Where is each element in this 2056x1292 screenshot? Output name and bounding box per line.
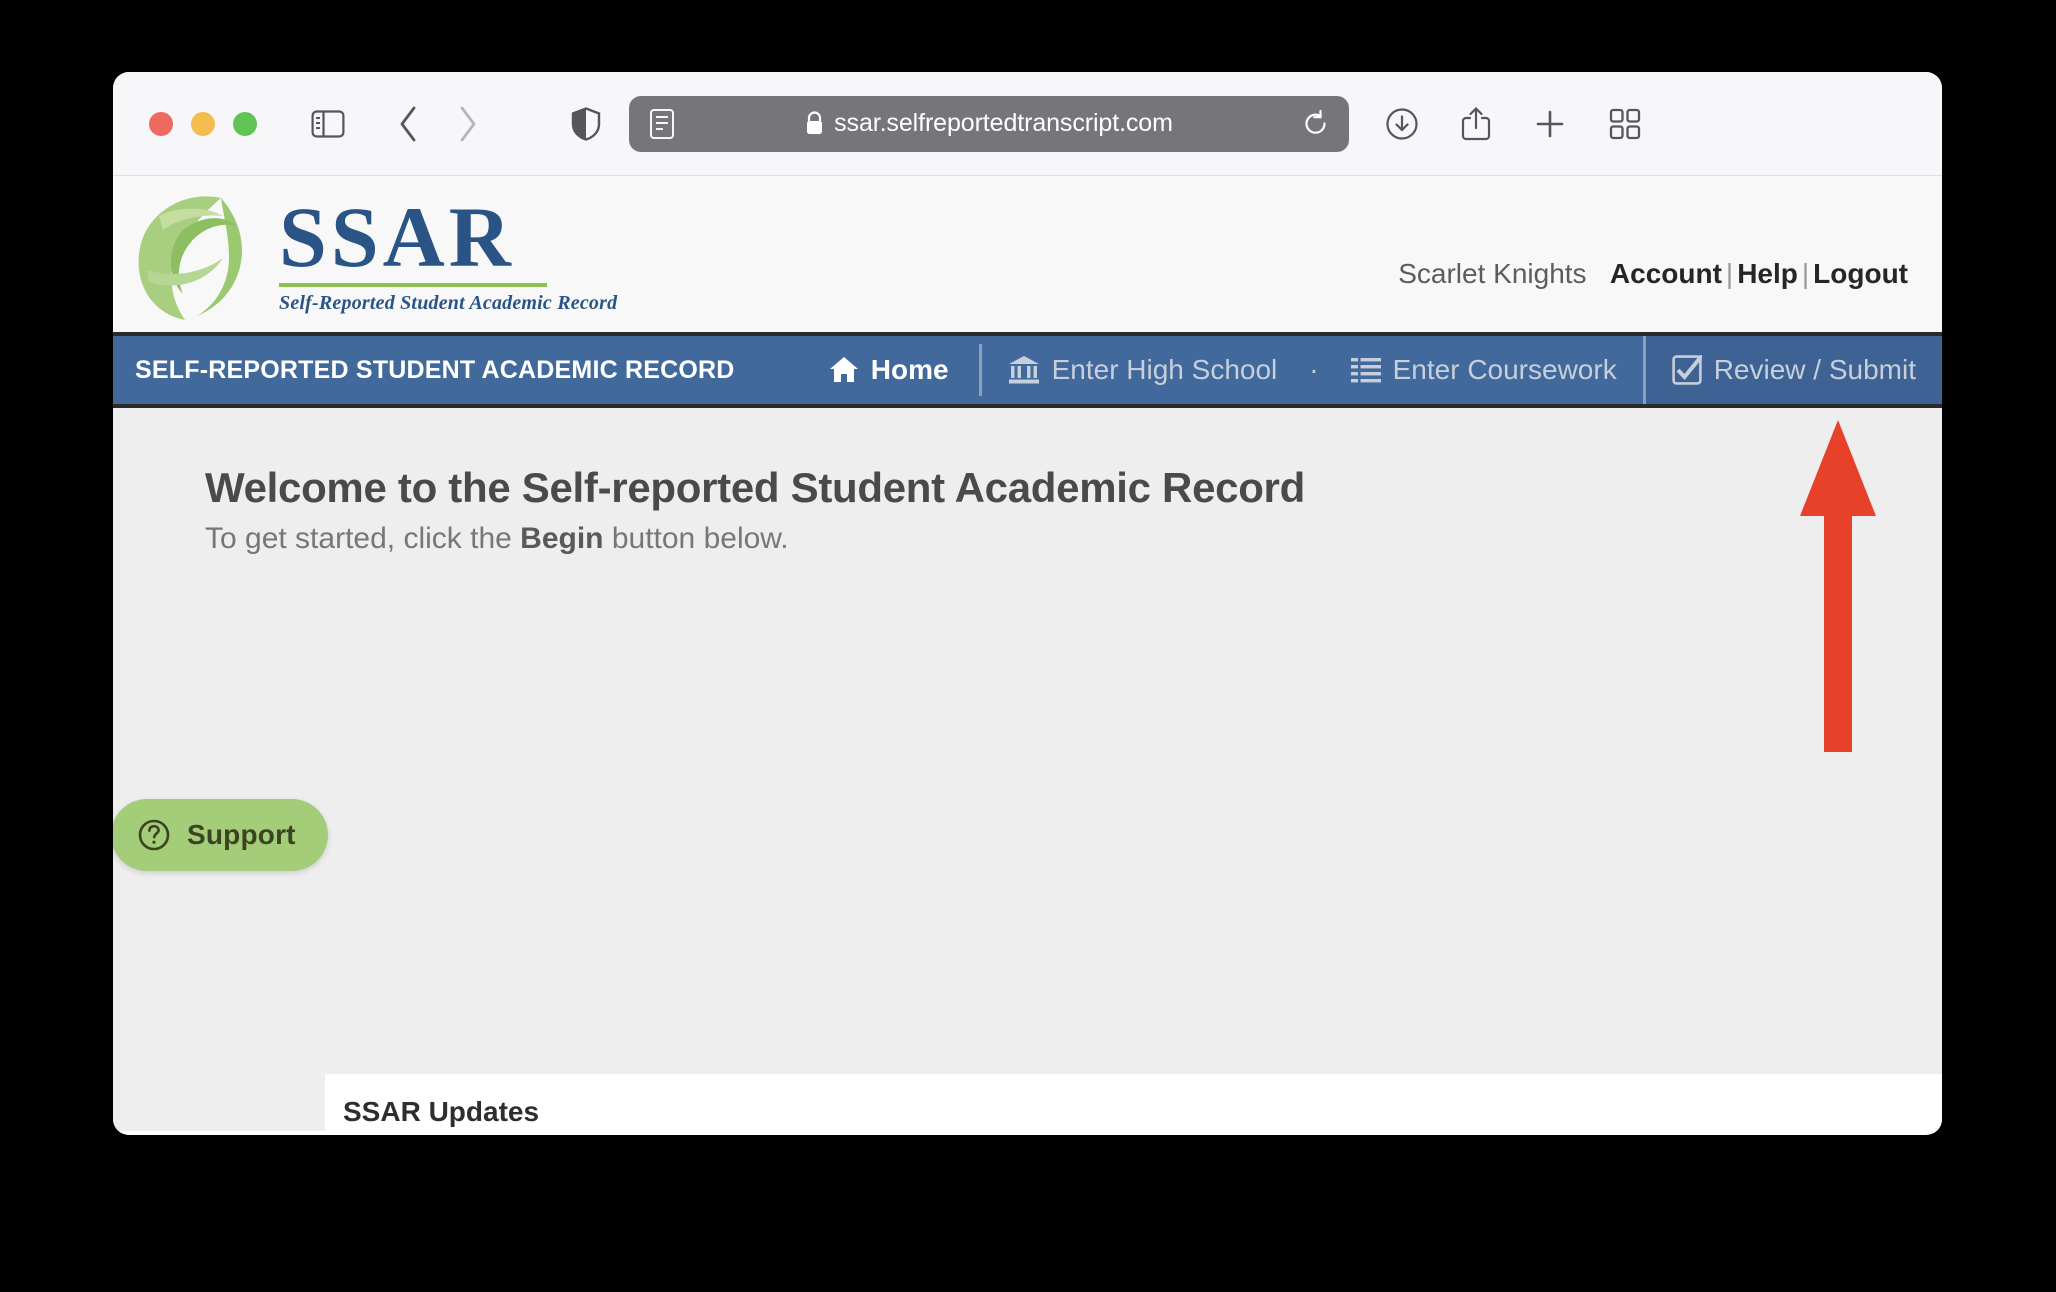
privacy-shield-icon[interactable] <box>571 106 601 141</box>
ssar-logo[interactable]: SSAR Self-Reported Student Academic Reco… <box>125 182 617 322</box>
logout-link[interactable]: Logout <box>1813 258 1908 289</box>
user-name: Scarlet Knights <box>1398 258 1587 289</box>
toolbar-right-icons <box>1385 106 1641 142</box>
nav-item-review-submit[interactable]: Review / Submit <box>1642 336 1942 404</box>
plus-icon[interactable] <box>1533 107 1567 141</box>
subtitle-part-2: button below. <box>603 522 789 555</box>
forward-chevron-icon[interactable] <box>455 105 479 143</box>
minimize-window-button[interactable] <box>191 111 215 136</box>
tab-overview-icon[interactable] <box>1609 108 1641 140</box>
nav-brand-title: SELF-REPORTED STUDENT ACADEMIC RECORD <box>135 355 735 384</box>
site-header: SSAR Self-Reported Student Academic Reco… <box>113 176 1942 332</box>
nav-item-enter-high-school[interactable]: Enter High School <box>982 336 1304 404</box>
nav-item-enter-coursework-label: Enter Coursework <box>1392 354 1617 385</box>
link-separator-1: | <box>1725 258 1734 289</box>
lock-icon <box>805 111 824 136</box>
subtitle-part-1: To get started, click the <box>205 522 521 555</box>
list-icon <box>1350 357 1381 383</box>
sidebar-icon[interactable] <box>311 109 345 139</box>
updates-panel-title: SSAR Updates <box>343 1096 540 1127</box>
updates-panel-header: SSAR Updates <box>325 1074 1942 1131</box>
share-icon[interactable] <box>1461 106 1491 142</box>
browser-window: ssar.selfreportedtranscript.com SSAR Sel… <box>113 72 1942 1135</box>
main-navigation: SELF-REPORTED STUDENT ACADEMIC RECORD Ho… <box>113 332 1942 408</box>
help-link[interactable]: Help <box>1737 258 1798 289</box>
reload-icon[interactable] <box>1303 109 1329 138</box>
window-controls <box>149 111 257 136</box>
url-text: ssar.selfreportedtranscript.com <box>834 109 1173 137</box>
subtitle-begin-emphasis: Begin <box>520 522 604 555</box>
question-circle-icon <box>137 818 171 852</box>
ssar-updates-panel: SSAR Updates Listed here are the most re… <box>325 1074 1942 1131</box>
address-bar-content: ssar.selfreportedtranscript.com <box>675 109 1303 138</box>
logo-wordmark: SSAR <box>279 189 515 286</box>
page-content: Welcome to the Self-reported Student Aca… <box>113 408 1942 1131</box>
nav-item-home-label: Home <box>870 354 949 385</box>
back-chevron-icon[interactable] <box>397 105 421 143</box>
address-bar[interactable]: ssar.selfreportedtranscript.com <box>629 95 1349 152</box>
reader-view-icon[interactable] <box>649 108 675 140</box>
download-icon[interactable] <box>1385 107 1419 141</box>
browser-toolbar: ssar.selfreportedtranscript.com <box>113 72 1942 176</box>
nav-item-home[interactable]: Home <box>803 336 979 404</box>
link-separator-2: | <box>1801 258 1810 289</box>
globe-leaf-icon <box>138 196 243 320</box>
close-window-button[interactable] <box>149 111 173 136</box>
page-title: Welcome to the Self-reported Student Aca… <box>205 464 1305 511</box>
support-label: Support <box>187 819 296 850</box>
bank-icon <box>1008 355 1040 385</box>
checkbox-checked-icon <box>1672 355 1702 385</box>
nav-item-enter-coursework[interactable]: Enter Coursework <box>1325 336 1643 404</box>
maximize-window-button[interactable] <box>233 111 257 136</box>
account-link[interactable]: Account <box>1610 258 1722 289</box>
nav-item-enter-high-school-label: Enter High School <box>1051 354 1278 385</box>
logo-divider <box>279 282 547 287</box>
nav-item-review-submit-label: Review / Submit <box>1713 354 1916 385</box>
header-user-links: Scarlet Knights Account | Help | Logout <box>1398 258 1908 290</box>
welcome-block: Welcome to the Self-reported Student Aca… <box>113 408 1942 556</box>
logo-text: SSAR Self-Reported Student Academic Reco… <box>279 189 617 315</box>
support-button[interactable]: Support <box>113 799 328 871</box>
nav-dot-separator: · <box>1309 354 1319 385</box>
page-subtitle: To get started, click the Begin button b… <box>205 522 1942 556</box>
logo-tagline: Self-Reported Student Academic Record <box>279 291 618 314</box>
home-icon <box>829 356 859 384</box>
